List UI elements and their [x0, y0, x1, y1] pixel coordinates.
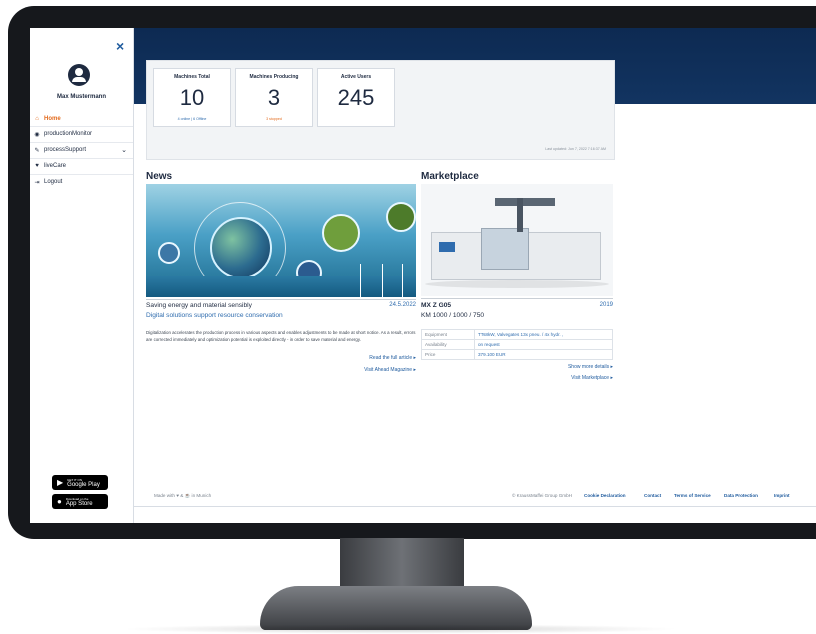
kpi-value: 245: [337, 85, 375, 110]
robot-arm: [517, 198, 523, 232]
sidebar-item-label: productionMonitor: [44, 131, 93, 137]
google-play-badge[interactable]: ▶ GET IT ON Google Play: [52, 475, 108, 490]
monitor-neck: [340, 538, 464, 590]
close-icon[interactable]: ×: [116, 38, 124, 54]
sidebar-item-logout[interactable]: ⇥ Logout: [30, 174, 133, 189]
wind-turbine: [360, 264, 361, 297]
show-more-details-link[interactable]: Show more details ▸: [568, 364, 613, 370]
kpi-card-machines-total[interactable]: Machines Total 10 4 online | 6 Offline: [153, 68, 231, 127]
kpi-title: Machines Total: [174, 74, 210, 80]
home-icon: ⌂: [35, 116, 39, 122]
kpi-value: 3: [267, 85, 281, 110]
play-store-icon: ▶: [57, 478, 64, 487]
visit-ahead-magazine-link[interactable]: Visit Ahead Magazine ▸: [364, 367, 416, 373]
sidebar-item-production-monitor[interactable]: ◉ productionMonitor: [30, 126, 133, 141]
kpi-card-active-users[interactable]: Active Users 245: [317, 68, 395, 127]
made-with-text: Made with ♥ & ☕ in Munich: [154, 493, 212, 498]
monitor-icon: ◉: [34, 131, 40, 138]
heart-icon: ♥: [35, 163, 39, 169]
machine-panel: [481, 228, 529, 270]
product-name[interactable]: MX Z G05: [421, 302, 451, 309]
sidebar-item-home[interactable]: ⌂ Home: [30, 112, 133, 126]
sidebar-item-label: Logout: [44, 179, 63, 185]
wind-turbine: [402, 264, 403, 297]
kpi-card-machines-producing[interactable]: Machines Producing 3 3 stopped: [235, 68, 313, 127]
copyright-text: © KraussMaffei Group GmbH: [512, 493, 572, 498]
news-date: 24.5.2022: [389, 302, 416, 308]
kpi-panel: Machines Total 10 4 online | 6 Offline M…: [146, 60, 615, 160]
kpi-title: Machines Producing: [249, 74, 299, 80]
tree-bubble: [386, 202, 416, 232]
footer-border: [134, 506, 816, 507]
news-headline[interactable]: Saving energy and material sensibly: [146, 302, 252, 309]
divider: [421, 298, 613, 299]
wrench-icon: ✎: [34, 147, 40, 154]
apple-icon: ●: [57, 497, 62, 506]
data-protection-link[interactable]: Data Protection: [724, 493, 758, 498]
kpi-subtext: 4 online | 6 Offline: [177, 117, 207, 121]
floor-shadow: [120, 624, 680, 634]
contact-link[interactable]: Contact: [644, 493, 661, 498]
monitor-frame: ● ⛶ × Max Mustermann ⌂ Home ◉ production…: [8, 6, 816, 539]
product-spec-table: Equipment TTs8kW, Valvegates 13x pneu. /…: [421, 329, 613, 360]
news-subheadline: Digital solutions support resource conse…: [146, 312, 283, 319]
spec-value: 379.100 EUR: [474, 349, 613, 360]
app-store-badge[interactable]: ● Download on the App Store: [52, 494, 108, 509]
spec-key: Price: [421, 349, 475, 360]
sidebar-item-livecare[interactable]: ♥ liveCare: [30, 158, 133, 173]
chevron-down-icon[interactable]: ⌄: [121, 146, 127, 154]
kpi-value: 10: [179, 85, 205, 110]
badge-label: Google Play: [67, 481, 100, 488]
kpi-title: Active Users: [340, 74, 372, 80]
spec-value: on request: [474, 339, 613, 350]
table-row: Price 379.100 EUR: [421, 349, 613, 360]
product-model: KM 1000 / 1000 / 750: [421, 312, 485, 319]
read-full-article-link[interactable]: Read the full article ▸: [369, 355, 416, 361]
news-body-text: Digitalization accelerates the productio…: [146, 330, 416, 342]
terms-of-service-link[interactable]: Terms of Service: [674, 493, 711, 498]
icon-bubble: [158, 242, 180, 264]
forest-bubble: [322, 214, 360, 252]
sidebar-item-label: liveCare: [44, 163, 67, 169]
sidebar-item-process-support[interactable]: ✎ processSupport ⌄: [30, 142, 133, 157]
wind-turbine: [382, 264, 383, 297]
table-row: Equipment TTs8kW, Valvegates 13x pneu. /…: [421, 329, 613, 340]
divider: [146, 299, 416, 300]
kpi-subtext: 3 stopped: [266, 117, 282, 121]
machine-accent: [439, 242, 455, 252]
image-shadow: [425, 280, 609, 288]
sidebar: × Max Mustermann ⌂ Home ◉ productionMoni…: [30, 28, 134, 523]
avatar-icon: [68, 64, 90, 86]
spec-value: TTs8kW, Valvegates 13x pneu. / 4x hydr. …: [474, 329, 613, 340]
footer: Made with ♥ & ☕ in Munich © KraussMaffei…: [134, 489, 816, 503]
robot-beam: [495, 198, 555, 206]
spec-key: Availability: [421, 339, 475, 350]
imprint-link[interactable]: Imprint: [774, 493, 790, 498]
news-article-image[interactable]: [146, 184, 416, 297]
spec-key: Equipment: [421, 329, 475, 340]
cookie-declaration-link[interactable]: Cookie Declaration: [584, 493, 626, 498]
badge-label: App Store: [65, 500, 93, 507]
product-year: 2019: [599, 302, 613, 308]
sidebar-item-label: Home: [44, 116, 61, 122]
app-screen: ● ⛶ × Max Mustermann ⌂ Home ◉ production…: [30, 28, 816, 523]
last-updated-timestamp: Last updated: Jun 7, 2022 7:16:37 AM: [545, 147, 606, 151]
water-horizon: [146, 276, 416, 297]
machine-product-image[interactable]: [421, 184, 613, 296]
table-row: Availability on request: [421, 339, 613, 350]
globe-illustration: [210, 217, 272, 279]
marketplace-section-title: Marketplace: [421, 171, 479, 182]
sidebar-item-label: processSupport: [44, 147, 87, 153]
user-name: Max Mustermann: [56, 94, 106, 100]
logout-icon: ⇥: [34, 179, 40, 186]
news-section-title: News: [146, 171, 173, 182]
visit-marketplace-link[interactable]: Visit Marketplace ▸: [571, 375, 613, 381]
